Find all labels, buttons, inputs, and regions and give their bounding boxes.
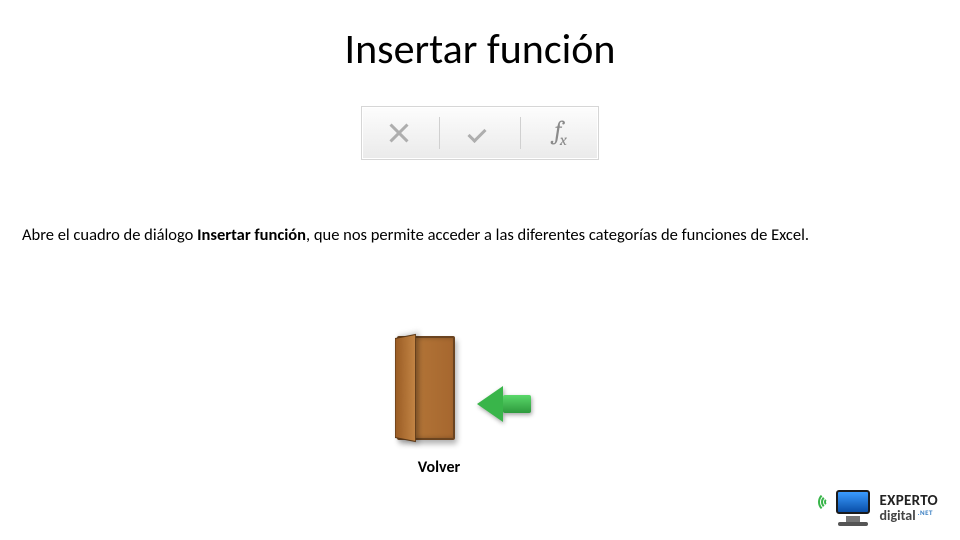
page-title: Insertar función [0, 24, 960, 75]
brand-logo: EXPERTO digital.NET [832, 490, 938, 526]
slide: Insertar función fx Abre el cuadro de di… [0, 0, 960, 540]
confirm-button[interactable] [445, 107, 515, 159]
desc-post: , que nos permite acceder a las diferent… [306, 225, 809, 245]
logo-line2: digital.NET [880, 509, 938, 523]
desc-pre: Abre el cuadro de diálogo [22, 225, 197, 245]
door-back-icon [379, 332, 499, 452]
fx-icon: fx [554, 118, 567, 148]
wifi-icon [818, 492, 838, 512]
formula-bar-controls: fx [361, 106, 599, 160]
x-icon [388, 122, 410, 144]
separator [520, 117, 521, 148]
logo-line2-main: digital [880, 507, 916, 524]
separator [439, 117, 440, 148]
monitor-icon [832, 490, 874, 526]
arrow-left-icon [477, 386, 503, 422]
logo-suffix: .NET [918, 508, 933, 517]
check-icon [468, 121, 492, 145]
insert-function-button[interactable]: fx [526, 107, 596, 159]
back-link[interactable]: Volver [374, 332, 504, 477]
back-label: Volver [374, 458, 504, 477]
logo-text: EXPERTO digital.NET [880, 494, 938, 523]
cancel-button[interactable] [364, 107, 434, 159]
desc-bold: Insertar función [197, 225, 306, 245]
description-text: Abre el cuadro de diálogo Insertar funci… [22, 224, 938, 246]
